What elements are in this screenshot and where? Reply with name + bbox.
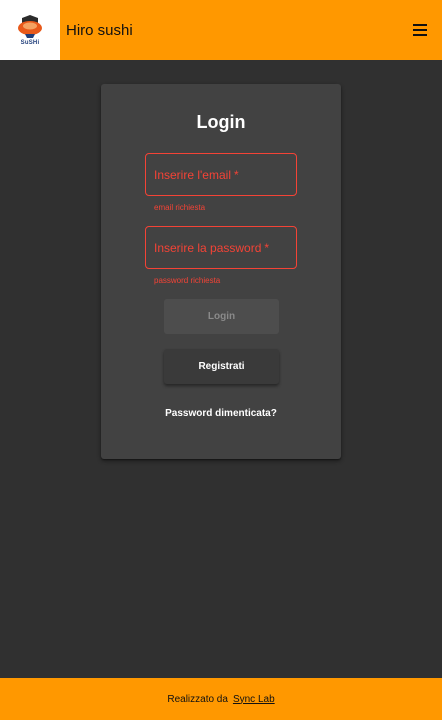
- footer: Realizzato da Sync Lab: [0, 678, 442, 720]
- sushi-logo-icon: SuSHi: [13, 10, 47, 50]
- email-required-marker: *: [233, 167, 239, 182]
- top-app-bar: SuSHi Hiro sushi: [0, 0, 442, 60]
- footer-text: Realizzato da: [167, 693, 228, 705]
- password-placeholder: Inserire la password: [154, 240, 262, 255]
- app-root: SuSHi Hiro sushi Login Inserire l'email …: [0, 0, 442, 720]
- password-field[interactable]: Inserire la password *: [145, 226, 297, 269]
- footer-link[interactable]: Sync Lab: [233, 694, 275, 705]
- app-title: Hiro sushi: [66, 21, 133, 39]
- logo-text: SuSHi: [20, 39, 40, 46]
- hamburger-menu-icon: [413, 24, 427, 36]
- register-button[interactable]: Registrati: [164, 349, 279, 384]
- login-card: [101, 84, 341, 459]
- forgot-password-link[interactable]: Password dimenticata?: [101, 408, 341, 419]
- email-placeholder: Inserire l'email: [154, 167, 231, 182]
- password-error-message: password richiesta: [154, 276, 221, 285]
- app-logo[interactable]: SuSHi: [0, 0, 60, 60]
- password-required-marker: *: [264, 240, 270, 255]
- email-error-message: email richiesta: [154, 203, 206, 212]
- login-button[interactable]: Login: [164, 299, 279, 334]
- menu-button[interactable]: [398, 0, 442, 60]
- login-title: Login: [196, 112, 246, 132]
- email-field[interactable]: Inserire l'email *: [145, 153, 297, 196]
